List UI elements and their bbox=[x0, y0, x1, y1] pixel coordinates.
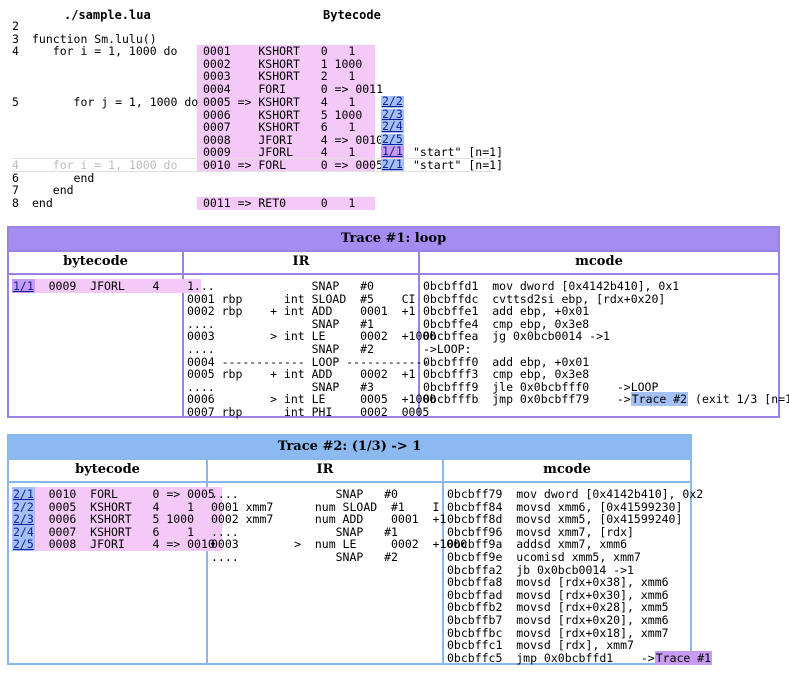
trace-link[interactable]: 2/2 bbox=[381, 95, 404, 108]
bytecode-row: 2/3 0006 KSHORT 5 1000 bbox=[12, 512, 222, 527]
ir-line: .... SNAP #0 bbox=[187, 279, 374, 293]
source-bytecode-listing: ./sample.lua Bytecode 2 3 function Sm.lulu… bbox=[0, 0, 520, 215]
trace-2-mcode-cell: 0bcbff79 mov dword [0x4142b410], 0x2 0bcb… bbox=[444, 481, 713, 665]
trace-link[interactable]: 1/1 bbox=[381, 145, 404, 158]
ir-line: 0002 xmm7 num ADD 0001 +1 bbox=[211, 512, 447, 527]
bytecode-line: 0003 KSHORT 2 1 bbox=[203, 69, 356, 83]
bytecode-trace-link[interactable]: 2/1 bbox=[12, 487, 35, 501]
trace-2-ir-cell: .... SNAP #0 0001 xmm7 num SLOAD #1 I 0002… bbox=[208, 481, 467, 663]
bytecode-line: 0009 JFORL 4 1 bbox=[203, 145, 356, 159]
ir-line: .... SNAP #0 bbox=[211, 487, 398, 501]
trace-1-col-bytecode: bytecode bbox=[63, 254, 128, 269]
source-line: 4 for i = 1, 1000 do bbox=[12, 159, 177, 172]
bytecode-row: 1/1 0009 JFORL 4 1 bbox=[12, 279, 201, 293]
source-line-number: 5 bbox=[12, 95, 19, 109]
trace-1-title: Trace #1: loop bbox=[9, 228, 778, 250]
file-header: ./sample.lua bbox=[64, 8, 151, 22]
ir-line: .... SNAP #2 bbox=[187, 342, 374, 356]
trace-note: "start" [n=1] bbox=[413, 158, 504, 172]
source-line-text: end bbox=[32, 183, 74, 197]
trace-2-title: Trace #2: (1/3) -> 1 bbox=[9, 436, 690, 458]
source-line: 7 end bbox=[12, 184, 74, 197]
mcode-line: 0bcbfffb jmp 0x0bcbff79 ->Trace #2 (exit… bbox=[423, 392, 789, 407]
source-line: 4 for i = 1, 1000 do bbox=[12, 45, 177, 58]
bytecode-trace-link[interactable]: 2/5 bbox=[12, 537, 35, 552]
ir-line: 0007 rbp int PHI 0002 0005 bbox=[187, 405, 430, 419]
trace-link[interactable]: 2/4 bbox=[381, 120, 404, 133]
bytecode-instruction: 0008 JFORI 4 => 0010 bbox=[34, 537, 222, 552]
bytecode-line: 0010 => FORL 0 => 0005 bbox=[203, 158, 384, 172]
bytecode-line: 0005 => KSHORT 4 1 bbox=[203, 95, 356, 109]
mcode-line: 0bcbffc5 jmp 0x0bcbffd1 ->Trace #1 bbox=[447, 650, 713, 665]
trace-1-col-mcode: mcode bbox=[575, 254, 623, 269]
source-line: 2 bbox=[12, 20, 32, 33]
bytecode-header: Bytecode bbox=[323, 8, 381, 22]
bytecode-line: 0007 KSHORT 6 1 bbox=[203, 120, 356, 134]
source-line: 8 end bbox=[12, 197, 53, 210]
trace-1-mcode-cell: 0bcbffd1 mov dword [0x4142b410], 0x1 0bcb… bbox=[420, 273, 789, 416]
ir-line: 0002 rbp + int ADD 0001 +1 bbox=[187, 304, 416, 319]
bytecode-trace-link[interactable]: 1/1 bbox=[12, 279, 35, 293]
trace-1-bytecode-cell: 1/1 0009 JFORL 4 1 bbox=[9, 273, 201, 416]
source-line-number: 4 bbox=[12, 44, 19, 58]
mcode-trace-ref[interactable]: Trace #1 bbox=[654, 650, 713, 665]
bytecode-line: 0004 FORI 0 => 0011 bbox=[203, 82, 384, 96]
bytecode-line: 0001 KSHORT 0 1 bbox=[203, 44, 356, 58]
trace-2-col-mcode: mcode bbox=[543, 462, 591, 477]
trace-2-bytecode-cell: 2/1 0010 FORL 0 => 0005 2/2 0005 KSHORT … bbox=[9, 481, 222, 663]
source-line-number: 8 bbox=[12, 196, 19, 210]
source-line: 5 for j = 1, 1000 do bbox=[12, 96, 198, 109]
mcode-trace-ref[interactable]: Trace #2 bbox=[630, 392, 689, 407]
ir-line: .... SNAP #2 bbox=[211, 550, 398, 564]
bytecode-line: 0011 => RET0 0 1 bbox=[203, 196, 356, 210]
source-line-text: end bbox=[32, 196, 53, 210]
bytecode-instruction: 0009 JFORL 4 1 bbox=[34, 279, 201, 293]
source-line-text: for j = 1, 1000 do bbox=[32, 95, 199, 109]
mcode-text: 0bcbffc5 jmp 0x0bcbffd1 -> bbox=[447, 650, 655, 665]
source-line-text: for i = 1, 1000 do bbox=[32, 44, 178, 58]
trace-2-col-ir: IR bbox=[316, 462, 334, 477]
trace-link[interactable]: 2/1 bbox=[381, 158, 404, 171]
source-line-number: 7 bbox=[12, 183, 19, 197]
trace-2-panel: Trace #2: (1/3) -> 1 bytecode IR mcode 2… bbox=[7, 434, 713, 665]
mcode-exit-note: (exit 1/3 [n=10]) bbox=[695, 392, 789, 407]
trace-1-ir-cell: .... SNAP #0 0001 rbp int SLOAD #5 CI 0002… bbox=[184, 273, 436, 418]
ir-line: 0005 rbp + int ADD 0002 +1 bbox=[187, 367, 416, 382]
trace-note: "start" [n=1] bbox=[413, 145, 504, 159]
source-line-number: 2 bbox=[12, 19, 19, 33]
source-line-text: for i = 1, 1000 do bbox=[32, 158, 178, 172]
mcode-text: 0bcbfffb jmp 0x0bcbff79 -> bbox=[423, 392, 631, 407]
bytecode-row: 2/5 0008 JFORI 4 => 0010 bbox=[12, 537, 222, 552]
trace-1-panel: Trace #1: loop bytecode IR mcode 1/1 000… bbox=[7, 226, 789, 418]
bytecode-instruction: 0010 FORL 0 => 0005 bbox=[34, 487, 222, 501]
bytecode-row: 2/1 0010 FORL 0 => 0005 bbox=[12, 487, 222, 501]
trace-2-col-bytecode: bytecode bbox=[75, 462, 140, 477]
source-line-number: 4 bbox=[12, 158, 19, 172]
trace-1-col-ir: IR bbox=[292, 254, 310, 269]
